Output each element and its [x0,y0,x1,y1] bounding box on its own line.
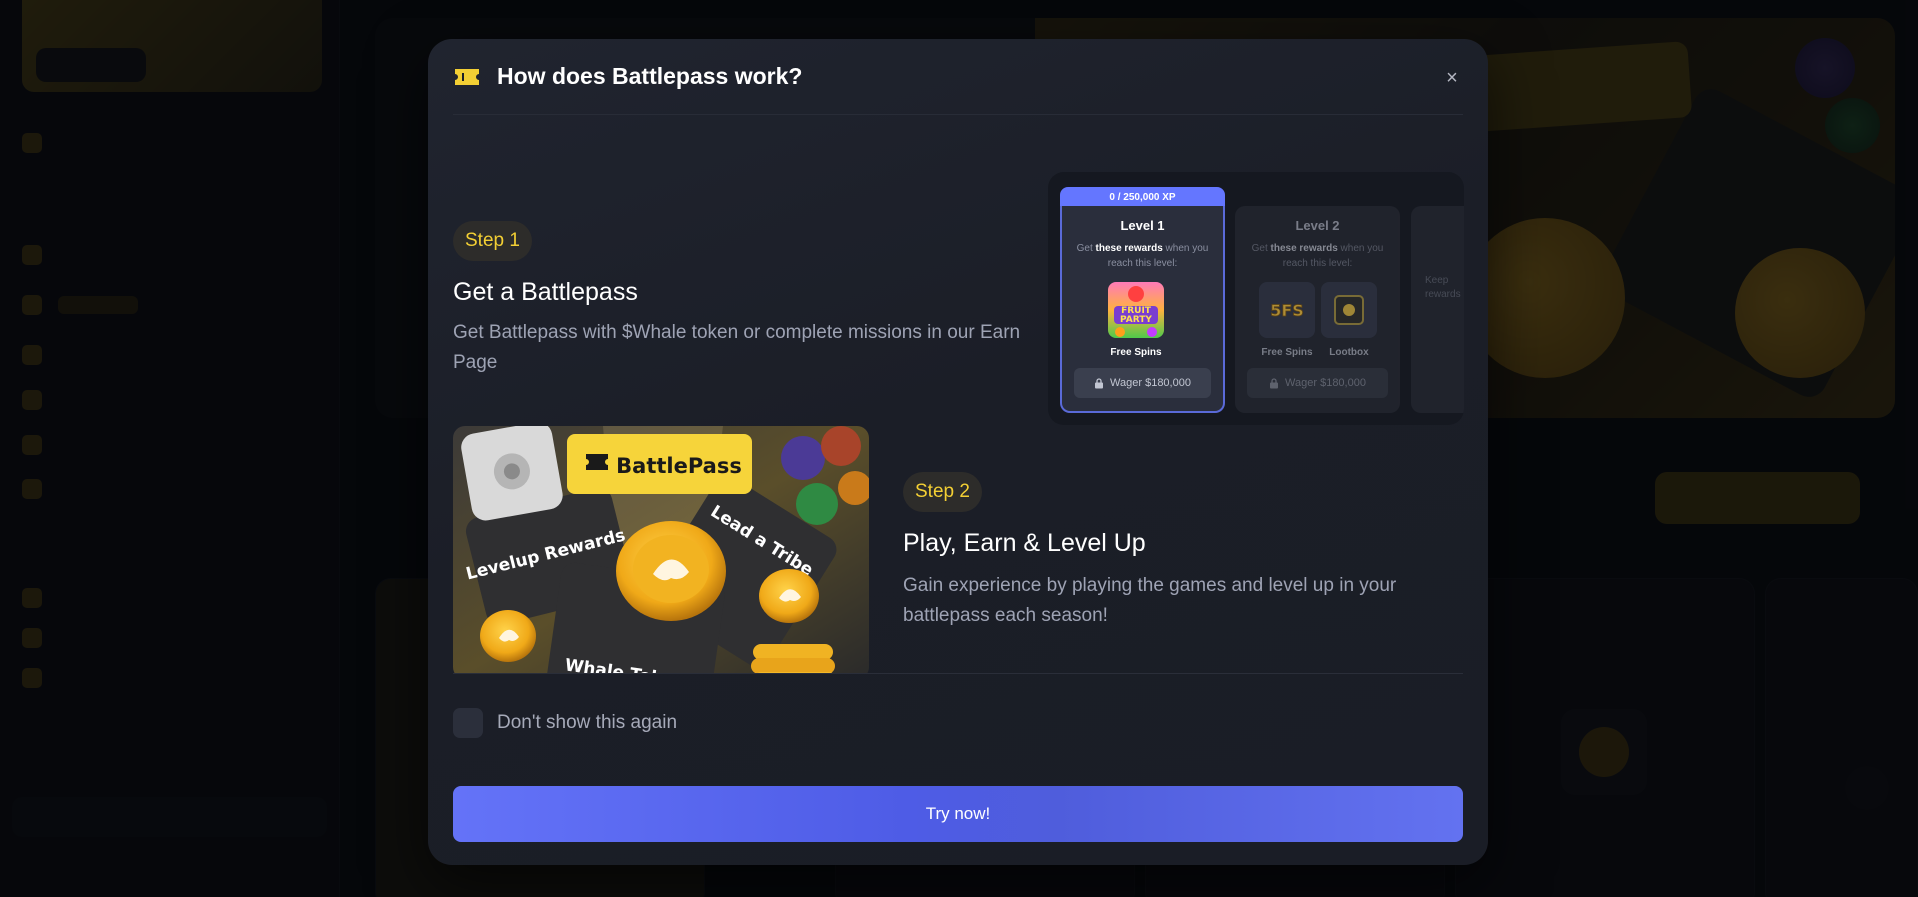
wager-requirement-button: Wager $180,000 [1247,368,1388,398]
step1-pill: Step 1 [453,221,532,261]
checkbox-label: Don't show this again [497,712,678,733]
level-card-1: Level 1 Get these rewards when you reach… [1060,206,1225,413]
reward-label: Free Spins [1110,347,1162,358]
modal-title: How does Battlepass work? [497,63,803,89]
checkbox-box[interactable] [453,708,483,738]
step2-description: Gain experience by playing the games and… [903,575,1397,626]
level-card-2: Level 2 Get these rewards when you reach… [1235,206,1400,413]
svg-text:BattlePass: BattlePass [616,454,742,478]
svg-text:5FS: 5FS [1270,301,1304,320]
wager-requirement-button: Wager $180,000 [1074,368,1211,398]
step1-description: Get Battlepass with $Whale token or comp… [453,322,1021,373]
ticket-icon [453,67,481,87]
modal-header: How does Battlepass work? × [453,39,1463,115]
battlepass-info-modal: How does Battlepass work? × Step 1 Get a… [428,39,1488,865]
step2-title: Play, Earn & Level Up [903,529,1146,557]
close-icon[interactable]: × [1439,65,1465,91]
xp-progress-label: 0 / 250,000 XP [1060,187,1225,207]
free-spins-reward-image: 5FS [1259,282,1315,338]
lock-icon [1270,377,1279,388]
level-name: Level 2 [1295,218,1340,233]
step1-title: Get a Battlepass [453,278,638,306]
fruit-party-reward-image: FRUIT PARTY [1108,282,1164,338]
svg-text:PARTY: PARTY [1120,315,1152,325]
level-card-3-peek: Keep rewards [1411,206,1464,413]
dont-show-again-checkbox[interactable]: Don't show this again [453,708,677,738]
try-now-button[interactable]: Try now! [453,786,1463,842]
reward-label: Free Spins [1261,347,1313,358]
level-description: Get these rewards when you reach this le… [1251,243,1384,269]
lock-icon [1095,377,1104,388]
modal-scroll-content[interactable]: Step 1 Get a Battlepass Get Battlepass w… [428,116,1488,673]
lootbox-reward-image [1321,282,1377,338]
level-name: Level 1 [1120,218,1165,233]
battlepass-promo-image: Levelup Rewards Lead a Tribe Whale Token… [453,426,869,673]
modal-footer: Don't show this again Try now! [453,673,1463,865]
step2-pill: Step 2 [903,472,982,512]
reward-label: Lootbox [1329,347,1369,358]
level-description: Get these rewards when you reach this le… [1076,243,1209,269]
level-preview-illustration: 0 / 250,000 XP Level 1 Get these rewards… [1048,172,1464,425]
